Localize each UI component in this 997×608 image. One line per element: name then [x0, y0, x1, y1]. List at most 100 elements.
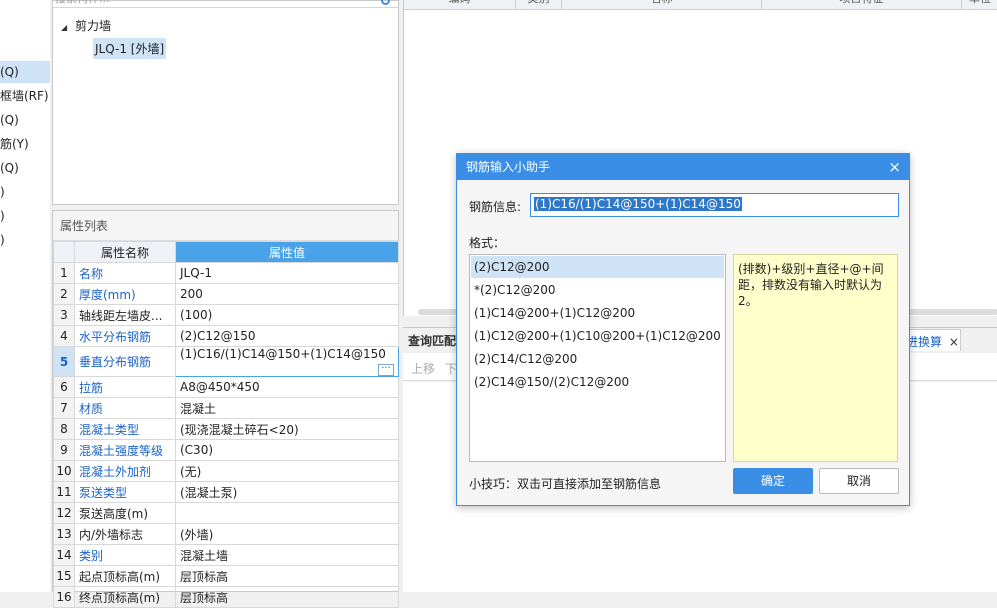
table-row[interactable]: 3 轴线距左墙皮... (100)	[53, 304, 399, 326]
header-value: 属性值	[175, 241, 399, 263]
table-row[interactable]: 13 内/外墙标志 (外墙)	[53, 523, 399, 545]
table-row[interactable]: 15 起点顶标高(m) 层顶标高	[53, 565, 399, 587]
row-number: 2	[53, 283, 75, 305]
table-row[interactable]: 14 类别 混凝土墙	[53, 544, 399, 566]
tree-group-node[interactable]: ◢ 剪力墙	[61, 17, 111, 34]
cancel-button[interactable]: 取消	[819, 468, 899, 494]
prop-value[interactable]: (C30)	[175, 439, 399, 461]
list-item[interactable]: (1)C14@200+(1)C12@200	[471, 302, 724, 324]
column-header[interactable]: 名称	[562, 0, 762, 10]
prop-value[interactable]: (100)	[175, 304, 399, 326]
list-item[interactable]: (2)C14/C12@200	[471, 348, 724, 370]
list-item[interactable]: 框墙(RF)	[0, 85, 50, 107]
prop-name: 内/外墙标志	[74, 523, 176, 545]
dialog-title-bar: 钢筋输入小助手 ×	[457, 154, 909, 180]
row-number: 11	[53, 481, 75, 503]
column-header[interactable]: 类别	[516, 0, 562, 10]
column-header[interactable]: 单位	[962, 0, 997, 10]
table-row[interactable]: 11 泵送类型 (混凝土泵)	[53, 481, 399, 503]
prop-value[interactable]: JLQ-1	[175, 262, 399, 284]
header-index	[53, 241, 75, 263]
list-item[interactable]: (2)C12@200	[471, 256, 724, 278]
table-row[interactable]: 10 混凝土外加剂 (无)	[53, 460, 399, 482]
tree-group-label: 剪力墙	[74, 19, 111, 33]
prop-name: 混凝土外加剂	[74, 460, 176, 482]
row-number: 15	[53, 565, 75, 587]
list-item[interactable]: )	[0, 205, 50, 227]
component-tree-panel: 搜索构件... ◢ 剪力墙 JLQ-1 [外墙]	[52, 0, 399, 205]
format-help-text: (排数)+级别+直径+@+间距，排数没有输入时默认为2。	[733, 254, 898, 462]
list-item[interactable]: (Q)	[0, 61, 50, 83]
table-row[interactable]: 4 水平分布钢筋 (2)C12@150	[53, 325, 399, 347]
list-header: 编码 类别 名称 项目特征 单位	[404, 0, 997, 10]
list-item[interactable]: *(2)C12@200	[471, 279, 724, 301]
close-icon[interactable]: ×	[888, 154, 901, 180]
prop-value[interactable]: (2)C12@150	[175, 325, 399, 347]
list-item[interactable]: 筋(Y)	[0, 133, 50, 155]
prop-value[interactable]: 混凝土墙	[175, 544, 399, 566]
prop-value[interactable]: 层顶标高	[175, 586, 399, 608]
prop-value-text[interactable]: (1)C16/(1)C14@150+(1)C14@150	[180, 348, 386, 362]
list-item[interactable]: )	[0, 181, 50, 203]
prop-value-editor[interactable]: (1)C16/(1)C14@150+(1)C14@150 ···	[175, 346, 399, 377]
table-header: 属性名称 属性值	[53, 241, 399, 263]
rebar-info-value[interactable]: (1)C16/(1)C14@150+(1)C14@150	[534, 197, 742, 211]
tab-query-match[interactable]: 查询匹配	[408, 332, 456, 349]
table-row[interactable]: 6 拉筋 A8@450*450	[53, 376, 399, 398]
row-number: 5	[53, 346, 75, 377]
left-component-list: (Q) 框墙(RF) (Q) 筋(Y) (Q) ) ) )	[0, 0, 50, 592]
close-icon[interactable]: ×	[949, 335, 959, 349]
prop-name: 混凝土强度等级	[74, 439, 176, 461]
tab-convert-label: 进换算	[906, 335, 943, 349]
prop-name: 泵送高度(m)	[74, 502, 176, 524]
table-row[interactable]: 16 终点顶标高(m) 层顶标高	[53, 586, 399, 608]
prop-value[interactable]: 200	[175, 283, 399, 305]
tree-child-label: JLQ-1 [外墙]	[95, 42, 165, 56]
prop-name: 水平分布钢筋	[74, 325, 176, 347]
column-header[interactable]: 编码	[404, 0, 516, 10]
ok-button[interactable]: 确定	[733, 468, 813, 494]
list-item[interactable]: (Q)	[0, 157, 50, 179]
prop-name: 垂直分布钢筋	[74, 346, 176, 377]
rebar-input-dialog: 钢筋输入小助手 × 钢筋信息: (1)C16/(1)C14@150+(1)C14…	[456, 153, 910, 506]
table-row[interactable]: 1 名称 JLQ-1	[53, 262, 399, 284]
table-row[interactable]: 12 泵送高度(m)	[53, 502, 399, 524]
prop-value[interactable]: (无)	[175, 460, 399, 482]
prop-value[interactable]: A8@450*450	[175, 376, 399, 398]
prop-value[interactable]	[175, 502, 399, 524]
list-item[interactable]: (1)C12@200+(1)C10@200+(1)C12@200	[471, 325, 724, 347]
table-row-selected[interactable]: 5 垂直分布钢筋 (1)C16/(1)C14@150+(1)C14@150 ···	[53, 346, 399, 377]
list-item[interactable]: )	[0, 229, 50, 251]
search-input[interactable]: 搜索构件...	[53, 0, 398, 8]
table-row[interactable]: 2 厚度(mm) 200	[53, 283, 399, 305]
prop-name: 泵送类型	[74, 481, 176, 503]
dialog-title: 钢筋输入小助手	[466, 160, 551, 174]
tab-convert[interactable]: 进换算 ×	[903, 329, 961, 351]
prop-name: 起点顶标高(m)	[74, 565, 176, 587]
property-panel: 属性列表 属性名称 属性值 1 名称 JLQ-1 2 厚度(mm) 200 3 轴线距左墙…	[52, 210, 399, 608]
prop-value[interactable]: 层顶标高	[175, 565, 399, 587]
format-list[interactable]: (2)C12@200 *(2)C12@200 (1)C14@200+(1)C12…	[469, 254, 726, 462]
prop-value[interactable]: (混凝土泵)	[175, 481, 399, 503]
row-number: 6	[53, 376, 75, 398]
list-item[interactable]: (2)C14@150/(2)C12@200	[471, 371, 724, 393]
prop-name: 轴线距左墙皮...	[74, 304, 176, 326]
rebar-info-input[interactable]: (1)C16/(1)C14@150+(1)C14@150	[530, 193, 899, 217]
tree-child-node[interactable]: JLQ-1 [外墙]	[93, 38, 167, 59]
collapse-arrow-icon[interactable]: ◢	[61, 23, 67, 32]
prop-name: 名称	[74, 262, 176, 284]
table-row[interactable]: 9 混凝土强度等级 (C30)	[53, 439, 399, 461]
table-row[interactable]: 8 混凝土类型 (现浇混凝土碎石<20)	[53, 418, 399, 440]
move-up-button[interactable]: 上移	[411, 360, 435, 377]
property-table: 属性名称 属性值 1 名称 JLQ-1 2 厚度(mm) 200 3 轴线距左墙皮...(…	[53, 241, 399, 608]
table-row[interactable]: 7 材质 混凝土	[53, 397, 399, 419]
prop-value[interactable]: 混凝土	[175, 397, 399, 419]
row-number: 12	[53, 502, 75, 524]
prop-value[interactable]: (外墙)	[175, 523, 399, 545]
prop-name: 厚度(mm)	[74, 283, 176, 305]
column-header[interactable]: 项目特征	[762, 0, 962, 10]
prop-name: 材质	[74, 397, 176, 419]
list-item[interactable]: (Q)	[0, 109, 50, 131]
prop-value[interactable]: (现浇混凝土碎石<20)	[175, 418, 399, 440]
more-options-button[interactable]: ···	[378, 364, 394, 376]
